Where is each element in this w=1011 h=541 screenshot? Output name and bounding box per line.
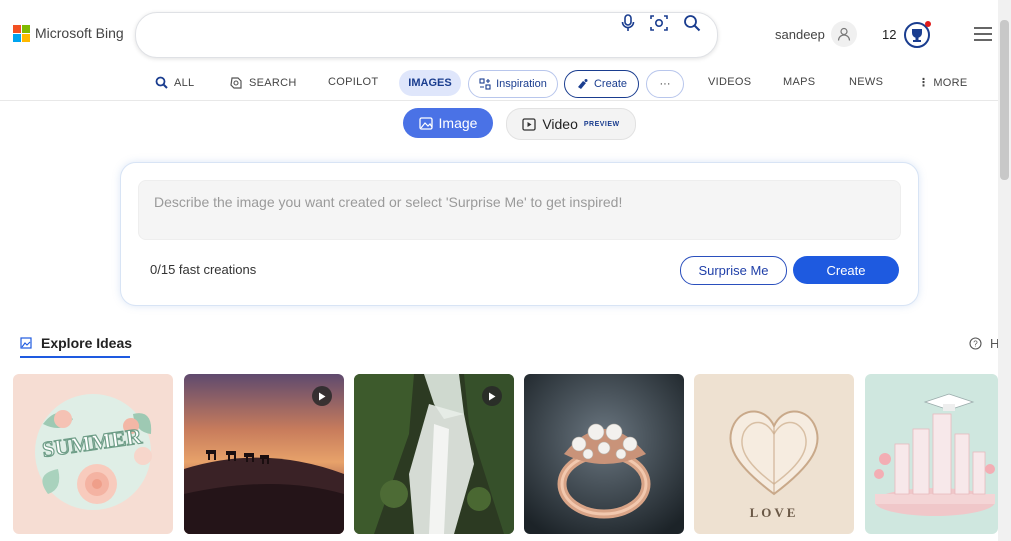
tab-all[interactable]: ALL <box>155 76 194 89</box>
tab-create[interactable]: Create <box>564 70 639 98</box>
fast-creations-counter: 0/15 fast creations <box>150 262 257 277</box>
microsoft-logo-icon <box>13 25 30 42</box>
explore-ideas-label: Explore Ideas <box>41 335 133 351</box>
more-options-button[interactable]: ··· <box>646 70 684 98</box>
idea-thumbnail-heart[interactable]: LOVE <box>694 374 854 534</box>
scrollbar-thumb[interactable] <box>1000 20 1009 180</box>
user-name[interactable]: sandeep <box>775 27 825 42</box>
preview-badge: PREVIEW <box>583 120 620 128</box>
prompt-placeholder: Describe the image you want created or s… <box>154 194 623 210</box>
explore-ideas-tab[interactable]: Explore Ideas <box>20 335 132 351</box>
tab-all-label: ALL <box>174 76 195 89</box>
image-icon <box>20 337 32 349</box>
image-icon <box>418 116 433 130</box>
create-brush-icon <box>577 79 588 89</box>
tab-maps-label: MAPS <box>783 76 816 88</box>
graduation-city-image <box>865 374 998 534</box>
tab-news-label: NEWS <box>849 76 884 88</box>
video-mode-button[interactable]: Video PREVIEW <box>506 108 636 140</box>
pearl-ring-image <box>524 374 684 534</box>
prompt-textarea[interactable] <box>138 180 901 240</box>
explore-active-underline <box>20 356 130 358</box>
tab-more[interactable]: ⋮ MORE <box>918 76 968 90</box>
video-mode-label: Video <box>542 116 578 132</box>
tab-images-label: IMAGES <box>408 77 452 89</box>
logo-text: Microsoft Bing <box>35 25 124 41</box>
tab-videos[interactable]: VIDEOS <box>708 76 751 88</box>
tab-search-label: SEARCH <box>249 77 297 89</box>
question-icon: ? <box>969 337 982 350</box>
more-dots-label: ··· <box>659 78 671 90</box>
tab-news[interactable]: NEWS <box>849 76 883 88</box>
svg-text:?: ? <box>973 340 978 349</box>
surprise-me-button[interactable]: Surprise Me <box>680 256 787 285</box>
tab-inspiration-label: Inspiration <box>496 78 547 90</box>
vertical-dots-icon: ⋮ <box>918 77 930 89</box>
play-icon <box>312 386 332 406</box>
summer-flowers-image: SUMMER <box>13 374 173 534</box>
tab-copilot[interactable]: COPILOT <box>328 76 378 88</box>
rewards-count[interactable]: 12 <box>882 27 896 42</box>
bing-logo[interactable]: Microsoft Bing <box>13 25 124 42</box>
idea-thumbnail-desert[interactable] <box>184 374 344 534</box>
idea-thumbnail-ring[interactable] <box>524 374 684 534</box>
tab-inspiration[interactable]: Inspiration <box>468 70 558 98</box>
image-mode-button[interactable]: Image <box>403 108 493 138</box>
tab-videos-label: VIDEOS <box>708 76 752 88</box>
tab-create-label: Create <box>593 78 628 90</box>
scope-nav: ALL SEARCH COPILOT IMAGES Inspiration Cr… <box>0 66 1000 101</box>
image-mode-label: Image <box>438 115 478 131</box>
inspiration-grid-icon <box>479 78 491 90</box>
avatar[interactable] <box>831 21 857 47</box>
tab-maps[interactable]: MAPS <box>783 76 815 88</box>
paper-heart-image: LOVE <box>694 374 854 534</box>
visual-search-icon[interactable] <box>649 13 669 33</box>
tab-search[interactable]: SEARCH <box>229 76 297 90</box>
love-caption: LOVE <box>750 505 799 520</box>
tab-copilot-label: COPILOT <box>328 76 379 88</box>
play-icon <box>482 386 502 406</box>
search-icon <box>155 76 168 89</box>
create-button[interactable]: Create <box>793 256 899 284</box>
search-icon[interactable] <box>682 13 702 33</box>
idea-thumbnail-waterfall[interactable] <box>354 374 514 534</box>
rewards-trophy-icon[interactable] <box>903 20 931 48</box>
video-icon <box>522 117 536 131</box>
tab-images[interactable]: IMAGES <box>399 70 461 96</box>
help-link[interactable]: ? H <box>969 336 999 351</box>
copilot-search-icon <box>230 77 242 89</box>
create-label: Create <box>826 262 866 278</box>
microphone-icon[interactable] <box>618 13 638 33</box>
idea-thumbnail-summer[interactable]: SUMMER <box>13 374 173 534</box>
menu-icon[interactable] <box>974 27 992 45</box>
person-icon <box>837 27 851 41</box>
idea-thumbnail-graduation[interactable] <box>865 374 998 534</box>
surprise-me-label: Surprise Me <box>698 263 769 278</box>
tab-more-label: MORE <box>933 76 968 89</box>
